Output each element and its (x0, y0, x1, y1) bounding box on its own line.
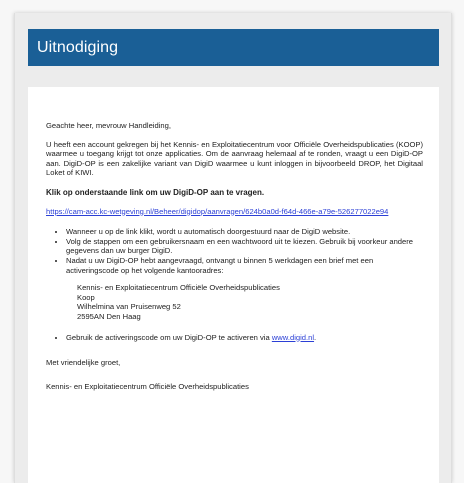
activation-list: Gebruik de activeringscode om uw DigiD-O… (46, 333, 423, 343)
address-line: Kennis- en Exploitatiecentrum Officiële … (77, 283, 280, 293)
activation-step: Gebruik de activeringscode om uw DigiD-O… (66, 333, 423, 343)
address-line: Koop (77, 292, 95, 302)
email-body: Geachte heer, mevrouw Handleiding, U hee… (28, 87, 439, 483)
email-banner-title: Uitnodiging (28, 29, 439, 66)
signature-text: Kennis- en Exploitatiecentrum Officiële … (46, 381, 249, 391)
activation-step-text: Gebruik de activeringscode om uw DigiD-O… (66, 332, 272, 342)
email-message: Uitnodiging Geachte heer, mevrouw Handle… (14, 13, 452, 483)
instruction-list: Wanneer u op de link klikt, wordt u auto… (46, 227, 423, 275)
instruction-step: Volg de stappen om een gebruikersnaam en… (66, 237, 423, 256)
instruction-step: Wanneer u op de link klikt, wordt u auto… (66, 227, 423, 237)
intro-paragraph: U heeft een account gekregen bij het Ken… (46, 139, 423, 178)
address-line: Wilhelmina van Pruisenweg 52 (77, 302, 181, 312)
office-address: Kennis- en Exploitatiecentrum Officiële … (77, 283, 423, 321)
closing-text: Met vriendelijke groet, (46, 358, 121, 368)
digid-website-link[interactable]: www.digid.nl (272, 333, 314, 342)
activation-step-suffix: . (314, 332, 317, 342)
address-line: 2595AN Den Haag (77, 311, 141, 321)
call-to-action-text: Klik op onderstaande link om uw DigiD-OP… (46, 187, 265, 197)
digid-op-request-link[interactable]: https://cam-acc.kc-wetgeving.nl/Beheer/d… (46, 207, 423, 217)
instruction-step: Nadat u uw DigiD-OP hebt aangevraagd, on… (66, 256, 423, 275)
greeting-text: Geachte heer, mevrouw Handleiding, (46, 121, 171, 130)
